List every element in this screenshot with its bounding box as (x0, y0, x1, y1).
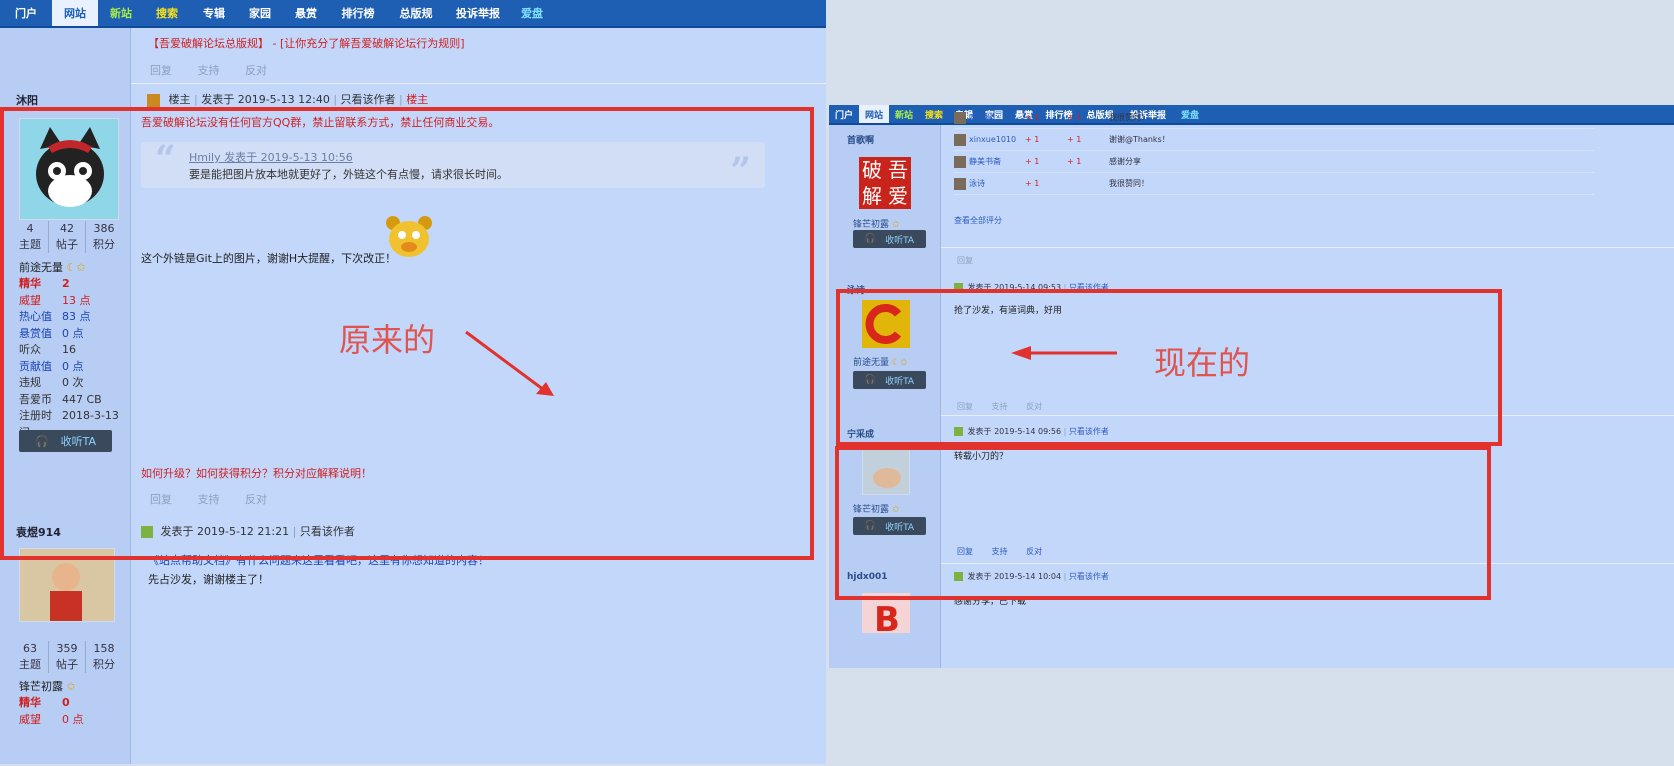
rating-row: 叶兴枫 + 1 + 1 我很赞同！ (954, 107, 1594, 129)
rating-value: + 1 (1067, 157, 1082, 166)
nav-item[interactable]: 投诉举报 (446, 0, 510, 26)
nav-item[interactable]: 搜索 (919, 105, 949, 123)
rater-avatar-icon (954, 155, 966, 168)
rating-list: 叶兴枫 + 1 + 1 我很赞同！ xinxue1010 + 1 + 1 谢谢@Thanks！… (954, 107, 1594, 195)
rater-name[interactable]: 静美书斋 (969, 156, 1025, 167)
profile-key[interactable]: 精华 (19, 695, 62, 712)
rater-name[interactable]: 叶兴枫 (969, 112, 1025, 123)
seal-char: 破 (862, 158, 882, 182)
profile-row: 威望 0 点 (19, 712, 129, 729)
oppose-link[interactable]: 反对 (245, 64, 267, 77)
post1-header: 楼主 | 发表于 2019-5-13 12:40 | 只看该作者 | 楼主 (147, 91, 428, 107)
nav-item[interactable]: 总版规 (386, 0, 446, 26)
seal-char: 解 (862, 184, 882, 208)
post2-stats: 63 主题 359 帖子 158 积分 (12, 641, 122, 673)
post1-username[interactable]: 沐阳 (16, 92, 38, 108)
rating-row: xinxue1010 + 1 + 1 谢谢@Thanks！ (954, 129, 1594, 151)
rating-row: 泳诗 + 1 我很赞同！ (954, 173, 1594, 195)
rating-value: + 1 (1025, 135, 1040, 144)
highlight-box-current-1 (836, 289, 1502, 446)
nav-item[interactable]: 门户 (829, 105, 859, 123)
nav-item[interactable]: 网站 (52, 0, 98, 26)
nav-item[interactable]: 悬赏 (282, 0, 330, 26)
profile-value: 0 点 (62, 712, 84, 726)
post2-rank: 锋芒初露 ✩ (19, 680, 76, 693)
post1-role: 楼主 (168, 93, 191, 106)
stat-item[interactable]: 158 积分 (86, 641, 122, 673)
nav-item[interactable]: 新站 (889, 105, 919, 123)
rating-value: + 1 (1067, 113, 1082, 122)
rater-name[interactable]: xinxue1010 (969, 135, 1025, 144)
stat-number: 359 (56, 642, 78, 655)
rating-row: 静美书斋 + 1 + 1 感谢分享 (954, 151, 1594, 173)
seal-char: 吾 (888, 158, 908, 182)
nav-item[interactable]: 家园 (238, 0, 282, 26)
highlight-box-current-2 (835, 446, 1491, 600)
rating-message: 感谢分享 (1109, 157, 1141, 166)
top-username[interactable]: 首歌啊 (847, 133, 874, 146)
headphone-icon: 🎧 (864, 234, 877, 244)
post1-time: 发表于 2019-5-13 12:40 (201, 93, 330, 106)
rater-avatar-icon (954, 111, 966, 124)
rating-value: + 1 (1025, 113, 1040, 122)
seal-avatar[interactable]: 破 吾 解 爱 (859, 157, 911, 209)
top-follow-button[interactable]: 🎧 收听TA (853, 230, 926, 248)
post0-action-bar: 回复 支持 反对 (150, 62, 289, 78)
view-all-ratings-link[interactable]: 查看全部评分 (954, 215, 1002, 226)
stat-item[interactable]: 63 主题 (12, 641, 49, 673)
stat-item[interactable]: 359 帖子 (49, 641, 86, 673)
top-rank: 锋芒初露 ✩ (853, 220, 900, 230)
profile-value: 0 (62, 696, 70, 709)
floor-icon (147, 93, 160, 107)
rules-link[interactable]: 【吾爱破解论坛总版规】 - [让你充分了解吾爱破解论坛行为规则] (148, 35, 465, 51)
reply-link[interactable]: 回复 (957, 255, 973, 266)
nav-item[interactable]: 爱盘 (510, 0, 554, 26)
post1-floor: 楼主 (406, 93, 429, 106)
stat-label: 积分 (93, 658, 115, 671)
stat-number: 63 (23, 642, 37, 655)
nav-bar-left: 门户 网站 新站 搜索 专辑 家园 悬赏 排行榜 总版规 投诉举报 爱盘 (0, 0, 826, 28)
star-icon: ✩ (891, 220, 900, 230)
stat-number: 158 (93, 642, 115, 655)
profile-row: 精华 0 (19, 695, 129, 712)
rating-message: 谢谢@Thanks！ (1109, 135, 1170, 144)
post2-body: 先占沙发，谢谢楼主了！ (148, 573, 269, 586)
seal-char: 爱 (888, 184, 908, 208)
rating-message: 我很赞同！ (1109, 113, 1149, 122)
reply-link[interactable]: 回复 (150, 64, 172, 77)
stat-label: 帖子 (56, 658, 78, 671)
nav-item[interactable]: 网站 (859, 105, 889, 123)
nav-item[interactable]: 专辑 (190, 0, 238, 26)
support-link[interactable]: 支持 (198, 64, 220, 77)
highlight-box-original (0, 107, 814, 560)
rating-value: + 1 (1025, 157, 1040, 166)
rater-avatar-icon (954, 133, 966, 146)
rater-name[interactable]: 泳诗 (969, 178, 1025, 189)
stat-label: 主题 (19, 658, 41, 671)
nav-item[interactable]: 门户 (0, 0, 52, 26)
nav-item[interactable]: 新站 (98, 0, 144, 26)
rating-value: + 1 (1025, 179, 1040, 188)
post2-props: 精华 0 威望 0 点 (19, 695, 129, 728)
nav-item[interactable]: 排行榜 (330, 0, 386, 26)
profile-key[interactable]: 威望 (19, 712, 62, 729)
rater-avatar-icon (954, 177, 966, 190)
svg-text:B: B (874, 600, 900, 633)
rating-message: 我很赞同！ (1109, 179, 1149, 188)
nav-item[interactable]: 搜索 (144, 0, 190, 26)
post1-only-author-link[interactable]: 只看该作者 (341, 93, 396, 106)
rating-value: + 1 (1067, 135, 1082, 144)
star-icon: ✩ (66, 680, 76, 693)
